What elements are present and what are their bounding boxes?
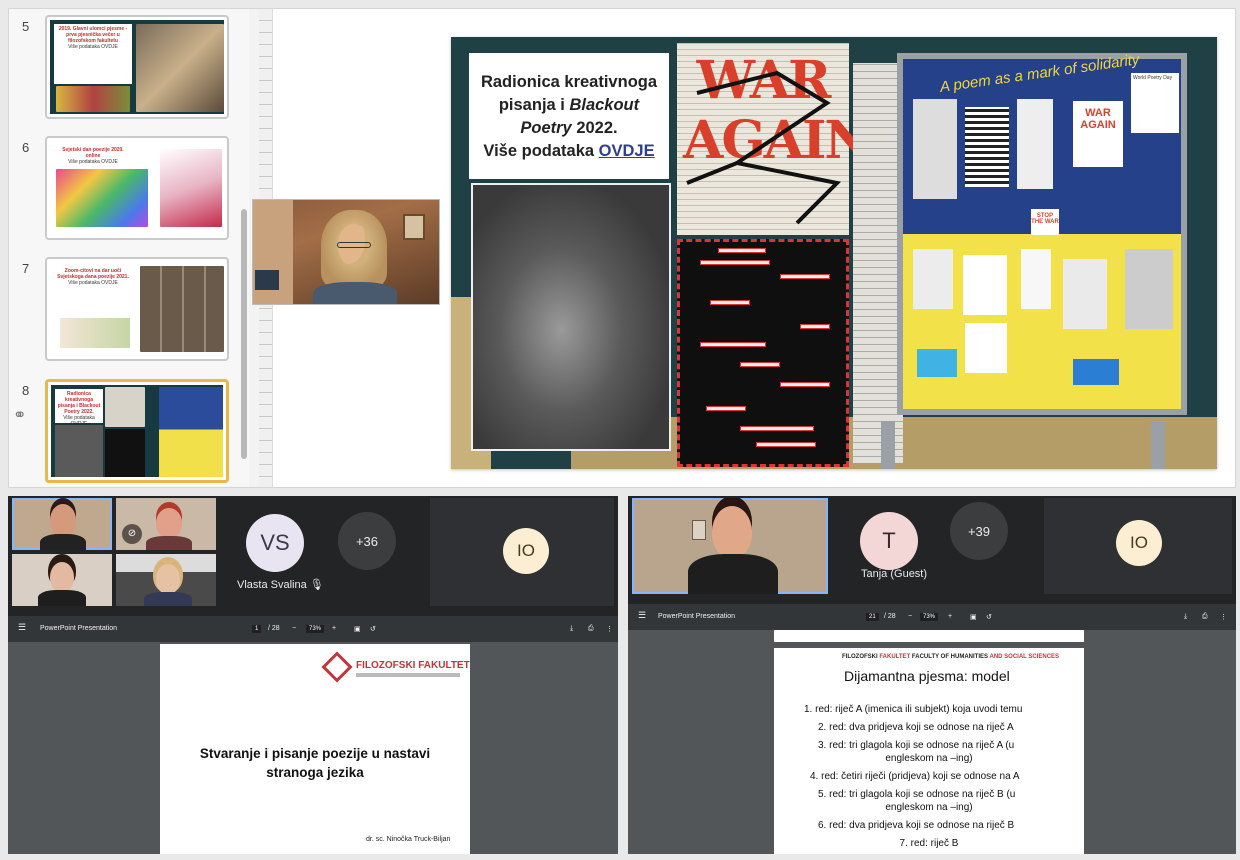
list-item: 2. red: dva pridjeva koji se odnose na r… (818, 722, 1014, 733)
link-icon: ⚭ (13, 407, 27, 424)
solidarity-bulletin-board: A poem as a mark of solidarity World Poe… (897, 51, 1187, 415)
slide-number: 8 (22, 383, 30, 398)
participant-name: Tanja (Guest) (861, 568, 928, 580)
newspaper-strip (853, 63, 903, 463)
university-logo-icon (321, 651, 353, 683)
charcoal-blackout-poem (471, 183, 671, 451)
presenter-webcam (252, 199, 440, 305)
participant-avatar: IO (1116, 520, 1162, 566)
thumbnail-scrollbar[interactable] (241, 209, 247, 459)
slide-thumbnail-frame[interactable]: Svjetski dan poezije 2020. online Više po… (45, 136, 229, 240)
slide-title-line: Poetry 2022. (520, 119, 618, 137)
pdf-title: PowerPoint Presentation (658, 613, 736, 620)
slide-number: 5 (22, 19, 30, 34)
list-item: 6. red: dva pridjeva koji se odnose na r… (818, 820, 1015, 831)
pdf-heading: Dijamantna pjesma: model (844, 668, 1010, 684)
slide-thumbnail-frame[interactable]: 2019. Glavni ulomci pjesme - prva pjesni… (45, 15, 229, 119)
powerpoint-window: 5 2019. Glavni ulomci pjesme - prva pjes… (8, 8, 1236, 488)
list-item-continuation: engleskom na –ing) (885, 753, 973, 764)
menu-icon[interactable]: ☰ (638, 610, 646, 621)
slide-thumbnail-frame-selected[interactable]: Radionica kreativnoga pisanja i Blackout… (45, 379, 229, 483)
more-participants-count[interactable]: +39 (950, 502, 1008, 560)
diamond-poem-list: 1. red: riječ A (imenica ili subjekt) ko… (804, 703, 1054, 850)
participant-avatar[interactable]: T (860, 512, 918, 570)
pdf-zoom-level[interactable]: 73% (306, 625, 325, 633)
zoom-out-icon[interactable]: − (292, 625, 296, 632)
pdf-zoom-level[interactable]: 73% (920, 613, 939, 621)
pdf-page-total: / 28 (884, 613, 896, 620)
war-again-poem: WAR AGAIN (677, 43, 872, 235)
rotate-icon[interactable]: ↺ (986, 613, 992, 621)
zoom-out-icon[interactable]: − (908, 613, 912, 620)
slide-title-line: Radionica kreativnoga (480, 73, 658, 91)
pdf-page-number[interactable]: 1 (252, 625, 262, 633)
meeting-window-left: ⊘ VS Vlasta Svalina 🎙 +36 IO ☰ PowerPoin… (8, 496, 618, 854)
fit-page-icon[interactable]: ▣ (354, 625, 361, 633)
list-item: 3. red: tri glagola koji se odnose na ri… (818, 740, 1015, 751)
pdf-author: dr. sc. Ninočka Truck-Biljan (366, 836, 451, 843)
list-item: 7. red: riječ B (899, 838, 959, 849)
black-blackout-poem (677, 239, 849, 467)
slide-title-line: pisanja i Blackout (498, 96, 640, 114)
current-slide[interactable]: WAR AGAIN A poem as a mark of solidarity (451, 37, 1217, 469)
more-info-link[interactable]: OVDJE (599, 142, 655, 160)
pdf-page: FILOZOFSKI FAKULTET Stvaranje i pisanje … (160, 644, 470, 854)
thumbnail-title: Zoom-citovi na dar uoči Svjetskoga dana … (54, 266, 132, 306)
slide-number: 6 (22, 140, 30, 155)
slide-thumbnail-frame[interactable]: Zoom-citovi na dar uoči Svjetskoga dana … (45, 257, 229, 361)
participant-avatar: IO (503, 528, 549, 574)
participant-name: Vlasta Svalina 🎙 (237, 579, 324, 591)
pdf-page-previous (774, 630, 1084, 642)
muted-mic-icon: 🎙 (309, 579, 324, 591)
pdf-toolbar: ☰ PowerPoint Presentation 21 / 28 − 73% … (628, 604, 1236, 630)
print-icon[interactable]: ⎙ (1202, 613, 1208, 621)
zoom-in-icon[interactable]: + (948, 613, 952, 620)
pdf-page-number[interactable]: 21 (866, 613, 879, 621)
pdf-document-area[interactable]: FILOZOFSKI FAKULTET FACULTY OF HUMANITIE… (628, 630, 1236, 854)
participant-tile[interactable]: IO (430, 498, 614, 606)
thumbnail-title: 2019. Glavni ulomci pjesme - prva pjesni… (54, 24, 132, 84)
pdf-page: FILOZOFSKI FAKULTET FACULTY OF HUMANITIE… (774, 648, 1084, 854)
muted-mic-icon: ⊘ (122, 524, 142, 544)
participant-video-tile[interactable] (12, 498, 112, 550)
slide-number: 7 (22, 261, 30, 276)
pdf-title: PowerPoint Presentation (40, 625, 118, 632)
list-item: 1. red: riječ A (imenica ili subjekt) ko… (804, 704, 1023, 715)
participant-video-tile[interactable]: ⊘ (116, 498, 216, 550)
participant-video-tile[interactable] (12, 554, 112, 606)
download-icon[interactable]: ⤓ (570, 625, 573, 633)
list-item: 5. red: tri glagola koji se odnose na ri… (818, 789, 1016, 800)
download-icon[interactable]: ⤓ (1184, 613, 1187, 621)
pdf-slide-title: Stvaranje i pisanje poezije u nastavi st… (199, 746, 431, 780)
print-icon[interactable]: ⎙ (588, 625, 594, 633)
zoom-in-icon[interactable]: + (332, 625, 336, 632)
participant-avatar[interactable]: VS (246, 514, 304, 572)
thumbnail-title: Radionica kreativnoga pisanja i Blackout… (55, 389, 103, 427)
more-participants-count[interactable]: +36 (338, 512, 396, 570)
slide-thumbnail-panel: 5 2019. Glavni ulomci pjesme - prva pjes… (9, 9, 249, 487)
meeting-window-right: T Tanja (Guest) +39 IO ☰ PowerPoint Pres… (628, 496, 1236, 854)
pdf-toolbar: ☰ PowerPoint Presentation 1 / 28 − 73% +… (8, 616, 618, 642)
more-options-icon[interactable]: ⋮ (606, 625, 613, 633)
fit-page-icon[interactable]: ▣ (970, 613, 977, 621)
menu-icon[interactable]: ☰ (18, 622, 26, 633)
rotate-icon[interactable]: ↺ (370, 625, 376, 633)
pdf-page-total: / 28 (268, 625, 280, 632)
list-item: 4. red: četiri riječi (pridjeva) koji se… (810, 771, 1020, 782)
speaker-video-tile[interactable] (632, 498, 828, 594)
thumbnail-title: Svjetski dan poezije 2020. online Više po… (54, 145, 132, 169)
list-item-continuation: engleskom na –ing) (885, 802, 973, 813)
more-options-icon[interactable]: ⋮ (1220, 613, 1227, 621)
pdf-document-area[interactable]: FILOZOFSKI FAKULTET Stvaranje i pisanje … (8, 642, 618, 854)
participant-tile[interactable]: IO (1044, 498, 1232, 594)
participant-video-tile[interactable] (116, 554, 216, 606)
slide-title-box: Radionica kreativnoga pisanja i Blackout… (469, 53, 669, 179)
slide-more-info: Više podataka OVDJE (483, 142, 655, 160)
